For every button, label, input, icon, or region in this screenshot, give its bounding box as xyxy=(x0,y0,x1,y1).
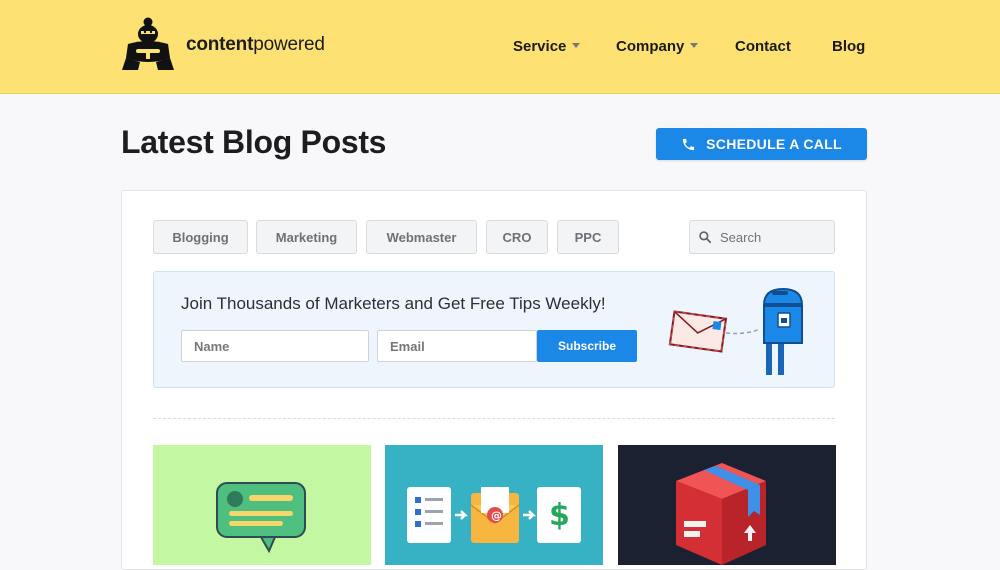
search-icon xyxy=(699,231,712,244)
category-tab-ppc[interactable]: PPC xyxy=(557,220,619,254)
logo-word-light: powered xyxy=(253,34,325,55)
subscribe-label: Subscribe xyxy=(557,339,617,353)
nav-item-service[interactable]: Service xyxy=(513,38,581,55)
nav-item-label: Service xyxy=(513,38,567,55)
site-header: contentpowered Service Company Contact B… xyxy=(0,0,1000,94)
mailbox-envelope-icon xyxy=(668,287,803,375)
newsletter-title: Join Thousands of Marketers and Get Free… xyxy=(181,294,606,313)
category-tab-label: Webmaster xyxy=(386,229,457,245)
logo-word-bold: content xyxy=(186,34,254,55)
chat-bubble-icon xyxy=(216,482,306,554)
search-placeholder: Search xyxy=(720,229,762,245)
blog-thumbnail-2[interactable]: @ $ xyxy=(385,445,603,565)
nav-item-label: Company xyxy=(616,38,685,55)
sumo-logo-icon xyxy=(122,17,174,70)
nav-item-label: Blog xyxy=(832,38,866,55)
nav-item-contact[interactable]: Contact xyxy=(735,38,791,55)
subscribe-button[interactable]: Subscribe xyxy=(537,330,637,362)
category-tab-marketing[interactable]: Marketing xyxy=(256,220,357,254)
email-field[interactable]: Email xyxy=(377,330,537,362)
package-box-icon xyxy=(676,463,766,565)
svg-text:@: @ xyxy=(491,509,502,522)
blog-thumbnail-3[interactable] xyxy=(618,445,836,565)
nav-item-label: Contact xyxy=(735,38,791,55)
name-placeholder: Name xyxy=(194,338,230,354)
site-logo[interactable]: contentpowered xyxy=(120,16,325,74)
nav-item-blog[interactable]: Blog xyxy=(832,38,865,55)
category-tab-label: PPC xyxy=(574,229,602,245)
svg-text:$: $ xyxy=(549,498,570,533)
email-placeholder: Email xyxy=(390,338,425,354)
phone-icon xyxy=(683,138,695,150)
category-tab-cro[interactable]: CRO xyxy=(486,220,548,254)
section-divider xyxy=(153,418,835,419)
category-tab-label: CRO xyxy=(502,229,532,245)
chevron-down-icon xyxy=(690,43,699,48)
schedule-call-label: SCHEDULE A CALL xyxy=(706,136,842,152)
logo-wordmark: contentpowered xyxy=(186,34,325,56)
category-tab-label: Blogging xyxy=(172,229,229,245)
schedule-call-button[interactable]: SCHEDULE A CALL xyxy=(656,128,867,160)
category-tab-blogging[interactable]: Blogging xyxy=(153,220,248,254)
search-input[interactable]: Search xyxy=(689,220,835,254)
name-field[interactable]: Name xyxy=(181,330,369,362)
page-title: Latest Blog Posts xyxy=(121,124,387,160)
nav-item-company[interactable]: Company xyxy=(616,38,699,55)
email-workflow-icon: @ $ xyxy=(407,487,581,543)
chevron-down-icon xyxy=(572,43,581,48)
blog-thumbnail-1[interactable] xyxy=(153,445,371,565)
category-tab-label: Marketing xyxy=(275,229,338,245)
category-tab-webmaster[interactable]: Webmaster xyxy=(366,220,477,254)
